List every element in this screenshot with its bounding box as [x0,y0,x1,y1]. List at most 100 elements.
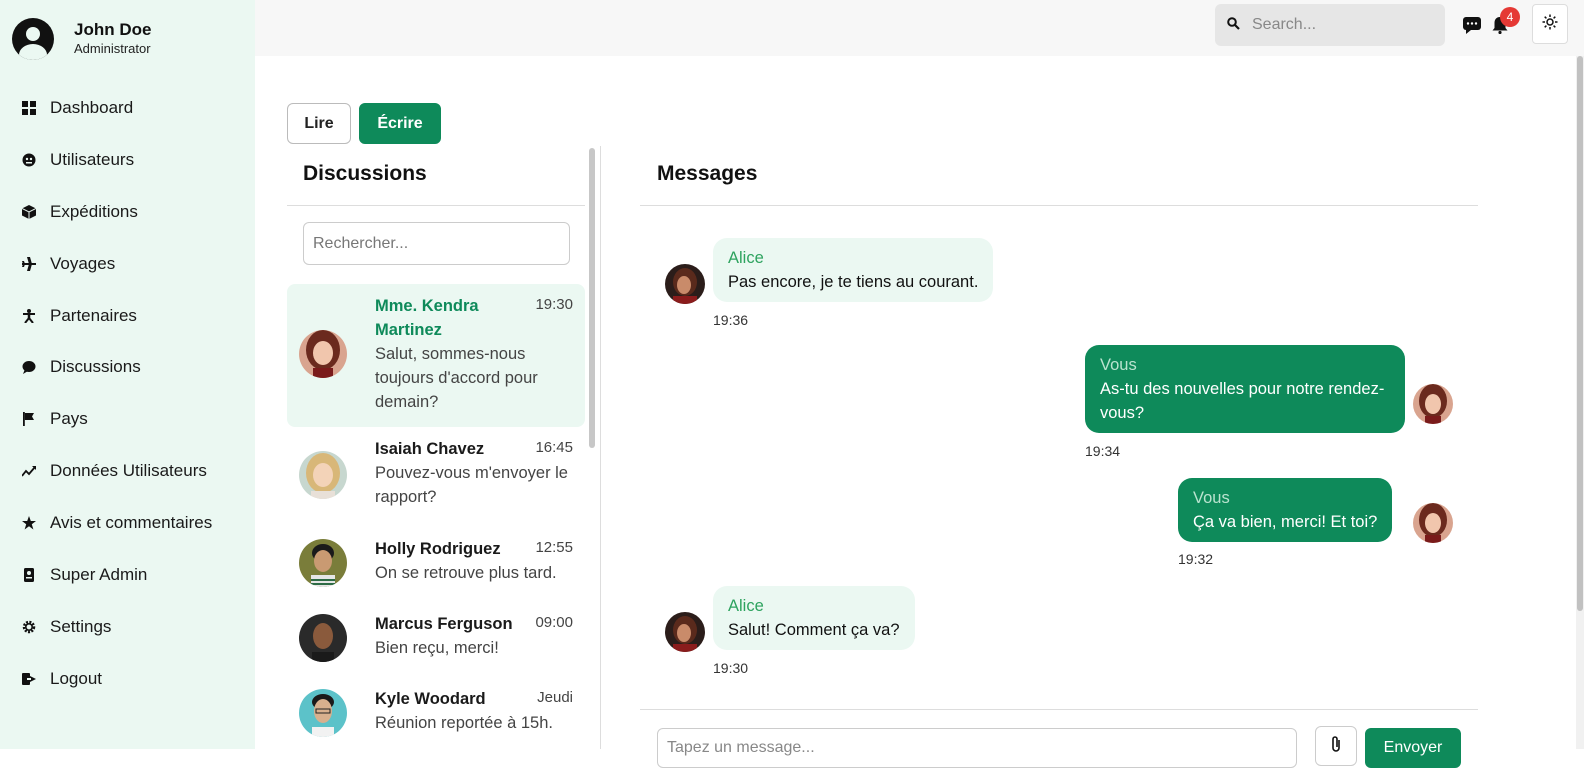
sidebar-item-donnees-utilisateurs[interactable]: Données Utilisateurs [0,445,255,497]
sidebar-item-label: Dashboard [50,97,134,117]
sidebar-item-avis[interactable]: Avis et commentaires [0,497,255,549]
divider [640,709,1478,710]
message-time: 19:36 [713,312,749,328]
page-scrollbar[interactable] [1577,56,1583,611]
conversation-item[interactable]: Kyle Woodard Jeudi Réunion reportée à 15… [287,687,585,749]
discussions-title: Discussions [303,162,427,185]
sidebar-item-label: Settings [50,616,112,636]
search-input[interactable] [1252,16,1432,34]
sidebar: John Doe Administrator Dashboard Utilisa… [0,0,255,749]
messages-title: Messages [657,162,758,185]
message-sender: Alice [728,249,764,267]
message-sender: Vous [1193,489,1230,507]
user-profile[interactable]: John Doe Administrator [12,18,151,60]
avatar [665,264,705,304]
notification-badge: 4 [1500,7,1520,27]
attach-button[interactable] [1315,726,1357,766]
sidebar-item-label: Super Admin [50,564,148,584]
user-avatar-icon [12,18,54,60]
message-time: 19:30 [713,660,749,676]
message-bubble: Vous Ça va bien, merci! Et toi? [1178,478,1393,542]
message-time: 19:34 [1085,443,1121,459]
sidebar-item-super-admin[interactable]: Super Admin [0,549,255,601]
sidebar-item-label: Logout [50,668,102,688]
sidebar-item-dashboard[interactable]: Dashboard [0,82,255,134]
person-icon [22,308,36,323]
gear-icon [22,620,36,634]
chat-icon [22,360,36,375]
conversation-name: Holly Rodriguez [375,540,501,558]
sidebar-item-label: Données Utilisateurs [50,461,207,481]
conversation-item[interactable]: Mme. Kendra Martinez 19:30 Salut, sommes… [287,284,585,427]
conversation-time: Jeudi [537,689,573,706]
sidebar-item-label: Expéditions [50,201,138,221]
avatar [665,612,705,652]
sidebar-item-discussions[interactable]: Discussions [0,341,255,393]
sidebar-item-partenaires[interactable]: Partenaires [0,290,255,342]
send-button[interactable]: Envoyer [1365,728,1461,768]
avatar [1413,384,1453,424]
box-icon [22,204,36,219]
avatar [299,451,347,499]
flag-icon [22,412,36,427]
message-bubble: Alice Salut! Comment ça va? [713,586,915,650]
messages-icon[interactable] [1461,14,1483,36]
profile-role: Administrator [74,41,151,56]
sidebar-item-logout[interactable]: Logout [0,653,255,705]
conversation-time: 19:30 [535,296,573,313]
logout-icon [22,672,36,686]
avatar [299,614,347,662]
sidebar-item-voyages[interactable]: Voyages [0,238,255,290]
star-icon [22,516,36,530]
avatar [1413,503,1453,543]
message-sender: Alice [728,597,764,615]
search-box[interactable] [1215,4,1445,46]
message-bubble: Alice Pas encore, je te tiens au courant… [713,238,994,302]
message-time: 19:32 [1178,551,1214,567]
message-input[interactable] [657,728,1297,768]
conversation-item[interactable]: Holly Rodriguez 12:55 On se retrouve plu… [287,537,585,593]
sidebar-item-pays[interactable]: Pays [0,393,255,445]
theme-toggle-button[interactable] [1532,4,1568,44]
chart-line-icon [22,464,36,478]
grid-icon [22,100,36,115]
conversation-name: Kyle Woodard [375,690,486,708]
discussions-panel: Discussions Mme. Kendra Martinez 19:30 S… [287,146,585,749]
message-text: Salut! Comment ça va? [728,621,900,639]
avatar [299,330,347,378]
conversation-preview: Bien reçu, merci! [375,639,499,657]
conversation-preview: On se retrouve plus tard. [375,564,557,582]
tab-write[interactable]: Écrire [359,103,441,144]
sidebar-item-label: Pays [50,409,88,429]
users-icon [22,153,36,167]
sidebar-nav: Dashboard Utilisateurs Expéditions Voyag… [0,82,255,705]
plane-icon [22,256,36,271]
avatar [299,689,347,737]
paperclip-icon [1329,735,1343,758]
conversation-name: Mme. Kendra Martinez [375,297,479,339]
sidebar-item-label: Discussions [50,357,141,377]
sidebar-item-label: Voyages [50,253,116,273]
discussions-scrollbar[interactable] [589,148,595,448]
sidebar-item-utilisateurs[interactable]: Utilisateurs [0,134,255,186]
message-sender: Vous [1100,356,1137,374]
panel-divider [600,146,601,749]
conversation-time: 12:55 [535,539,573,556]
message-bubble: Vous As-tu des nouvelles pour notre rend… [1085,345,1405,433]
conversation-time: 16:45 [535,439,573,456]
tab-read[interactable]: Lire [287,103,351,144]
profile-name: John Doe [74,20,152,39]
message-text: As-tu des nouvelles pour notre rendez-vo… [1100,380,1385,422]
messages-panel: Messages Alice Pas encore, je te tiens a… [640,146,1478,768]
sidebar-item-settings[interactable]: Settings [0,601,255,653]
divider [640,205,1478,206]
conversation-preview: Salut, sommes-nous toujours d'accord pou… [375,345,538,411]
discussions-search-input[interactable] [303,222,570,265]
top-bar: 4 [255,0,1584,56]
sidebar-item-expeditions[interactable]: Expéditions [0,186,255,238]
divider [287,205,585,206]
conversation-item[interactable]: Isaiah Chavez 16:45 Pouvez-vous m'envoye… [287,437,585,517]
conversation-item[interactable]: Marcus Ferguson 09:00 Bien reçu, merci! [287,612,585,668]
avatar [299,539,347,587]
sun-icon [1542,14,1558,35]
